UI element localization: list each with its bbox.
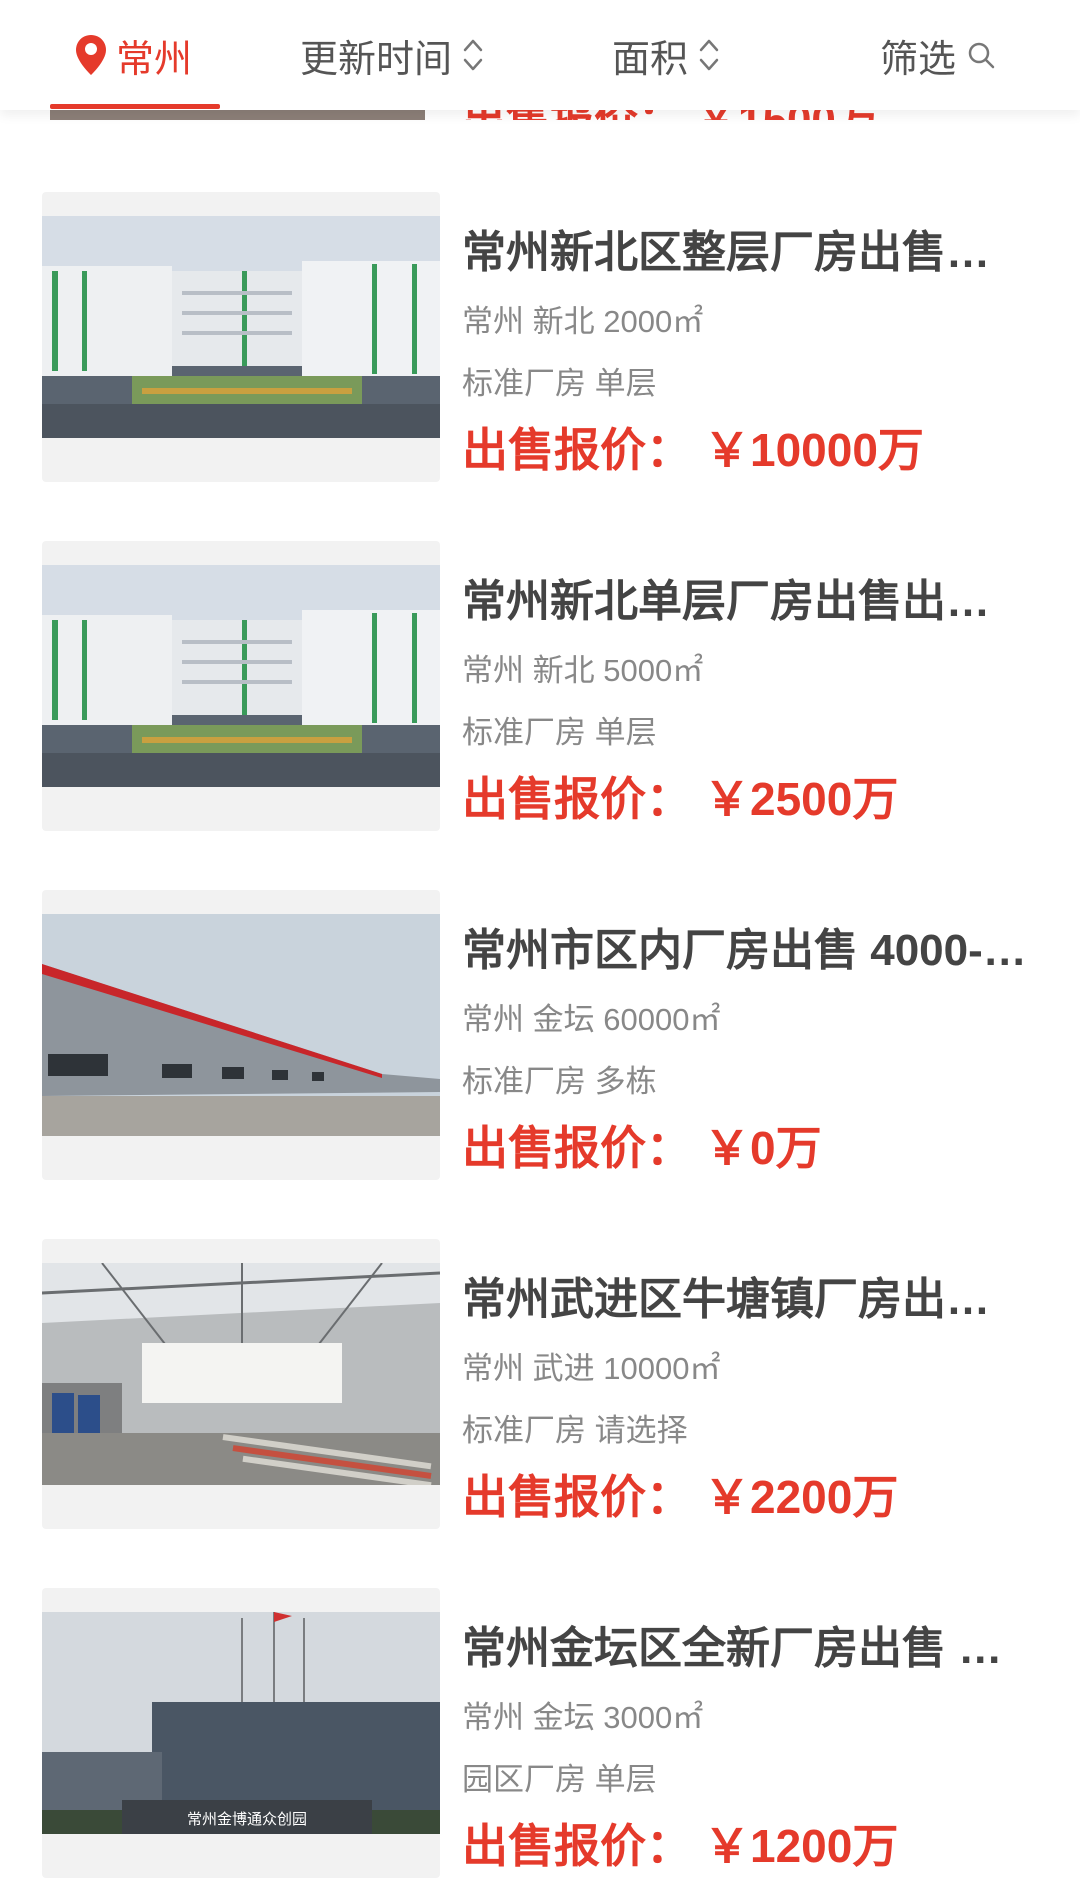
listing-price: 出售报价： ￥0万 bbox=[462, 1112, 822, 1178]
listing-price: 出售报价： ￥2500万 bbox=[462, 763, 898, 829]
listing-type: 标准厂房 bbox=[462, 1413, 586, 1448]
city-filter[interactable]: 常州 bbox=[74, 0, 192, 110]
listing-tags: 标准厂房 请选择 bbox=[462, 1405, 688, 1450]
previous-listing-thumbnail bbox=[50, 110, 425, 120]
listing-title: 常州新北区整层厂房出售… bbox=[462, 228, 990, 277]
listing-type: 园区厂房 bbox=[462, 1762, 586, 1797]
listing-price: 出售报价： ￥2200万 bbox=[462, 1461, 898, 1527]
listing-tags: 标准厂房 多栋 bbox=[462, 1056, 657, 1101]
price-label: 出售报价： bbox=[462, 1471, 692, 1523]
listing-floors: 单层 bbox=[594, 366, 657, 401]
listing-title: 常州市区内厂房出售 4000-… bbox=[462, 926, 1027, 975]
factory-building-image bbox=[42, 565, 440, 787]
listing-thumbnail bbox=[42, 1239, 440, 1529]
listing-thumbnail: 常州金博通众创园 bbox=[42, 1588, 440, 1878]
price-value: ￥10000万 bbox=[704, 424, 924, 476]
listing-type: 标准厂房 bbox=[462, 715, 586, 750]
warehouse-exterior-image bbox=[42, 914, 440, 1136]
screen-filter-button[interactable]: 筛选 bbox=[880, 0, 996, 110]
listing-title: 常州金坛区全新厂房出售 … bbox=[462, 1624, 1003, 1673]
listing-type: 标准厂房 bbox=[462, 366, 586, 401]
listing-meta: 常州 金坛 60000㎡ bbox=[462, 994, 720, 1039]
listing-meta: 常州 新北 2000㎡ bbox=[462, 296, 703, 341]
area-sort-label: 面积 bbox=[612, 38, 689, 81]
listing-district: 新北 bbox=[532, 304, 595, 339]
listing-district: 武进 bbox=[532, 1351, 595, 1386]
listing-district: 新北 bbox=[532, 653, 595, 688]
active-tab-underline bbox=[50, 104, 220, 109]
listing-area: 5000㎡ bbox=[603, 653, 704, 688]
listing-city: 常州 bbox=[462, 653, 524, 688]
listing-district: 金坛 bbox=[532, 1002, 595, 1037]
listing-city: 常州 bbox=[462, 1351, 524, 1386]
listing-tags: 标准厂房 单层 bbox=[462, 358, 657, 403]
listing-tags: 园区厂房 单层 bbox=[462, 1754, 657, 1799]
listing-area: 60000㎡ bbox=[603, 1002, 721, 1037]
sort-arrows-icon bbox=[463, 39, 483, 71]
listing-meta: 常州 武进 10000㎡ bbox=[462, 1343, 720, 1388]
warehouse-interior-image bbox=[42, 1263, 440, 1485]
screen-filter-label: 筛选 bbox=[880, 38, 957, 81]
price-label: 出售报价： bbox=[462, 1820, 692, 1872]
search-icon bbox=[968, 42, 995, 69]
city-filter-label: 常州 bbox=[116, 38, 193, 81]
price-label: 出售报价： bbox=[462, 424, 692, 476]
factory-building-image bbox=[42, 216, 440, 438]
location-pin-icon bbox=[76, 35, 106, 75]
listing-meta: 常州 新北 5000㎡ bbox=[462, 645, 703, 690]
listing-price: 出售报价： ￥10000万 bbox=[462, 414, 924, 480]
listing-area: 10000㎡ bbox=[603, 1351, 721, 1386]
listing-thumbnail bbox=[42, 890, 440, 1180]
listing-district: 金坛 bbox=[532, 1700, 595, 1735]
area-sort[interactable]: 面积 bbox=[612, 0, 720, 110]
filter-bar: 常州 更新时间 面积 筛选 bbox=[0, 0, 1080, 110]
update-time-sort[interactable]: 更新时间 bbox=[300, 0, 484, 110]
price-label: 出售报价： bbox=[462, 773, 692, 825]
listing-tags: 标准厂房 单层 bbox=[462, 707, 657, 752]
price-value: ￥2500万 bbox=[704, 773, 899, 825]
listing-item[interactable]: 常州新北单层厂房出售出… 常州 新北 5000㎡ 标准厂房 单层 出售报价： ￥2… bbox=[0, 541, 1080, 831]
listing-city: 常州 bbox=[462, 1002, 524, 1037]
listing-item[interactable]: 常州武进区牛塘镇厂房出… 常州 武进 10000㎡ 标准厂房 请选择 出售报价：… bbox=[0, 1239, 1080, 1529]
listing-title: 常州武进区牛塘镇厂房出… bbox=[462, 1275, 990, 1324]
update-time-sort-label: 更新时间 bbox=[300, 38, 453, 81]
listing-item[interactable]: 常州新北区整层厂房出售… 常州 新北 2000㎡ 标准厂房 单层 出售报价： ￥1… bbox=[0, 192, 1080, 482]
listing-price: 出售报价： ￥1200万 bbox=[462, 1810, 898, 1876]
listing-type: 标准厂房 bbox=[462, 1064, 586, 1099]
listing-title: 常州新北单层厂房出售出… bbox=[462, 577, 990, 626]
listing-city: 常州 bbox=[462, 1700, 524, 1735]
listing-floors: 单层 bbox=[594, 715, 657, 750]
listing-city: 常州 bbox=[462, 304, 524, 339]
listing-item[interactable]: 常州金博通众创园 常州金坛区全新厂房出售 … 常州 金坛 3000㎡ 园区厂房 … bbox=[0, 1588, 1080, 1878]
listing-floors: 请选择 bbox=[594, 1413, 688, 1448]
price-value: ￥0万 bbox=[704, 1122, 822, 1174]
price-label: 出售报价： bbox=[462, 1122, 692, 1174]
listing-area: 3000㎡ bbox=[603, 1700, 704, 1735]
price-value: ￥1200万 bbox=[704, 1820, 899, 1872]
listing-meta: 常州 金坛 3000㎡ bbox=[462, 1692, 703, 1737]
listing-floors: 单层 bbox=[594, 1762, 657, 1797]
park-sign-text: 常州金博通众创园 bbox=[187, 1811, 307, 1828]
listing-floors: 多栋 bbox=[594, 1064, 657, 1099]
sort-arrows-icon bbox=[699, 39, 719, 71]
listing-area: 2000㎡ bbox=[603, 304, 704, 339]
price-value: ￥2200万 bbox=[704, 1471, 899, 1523]
listing-item[interactable]: 常州市区内厂房出售 4000-… 常州 金坛 60000㎡ 标准厂房 多栋 出售… bbox=[0, 890, 1080, 1180]
listing-thumbnail bbox=[42, 192, 440, 482]
industrial-park-image: 常州金博通众创园 bbox=[42, 1612, 440, 1834]
listing-thumbnail bbox=[42, 541, 440, 831]
